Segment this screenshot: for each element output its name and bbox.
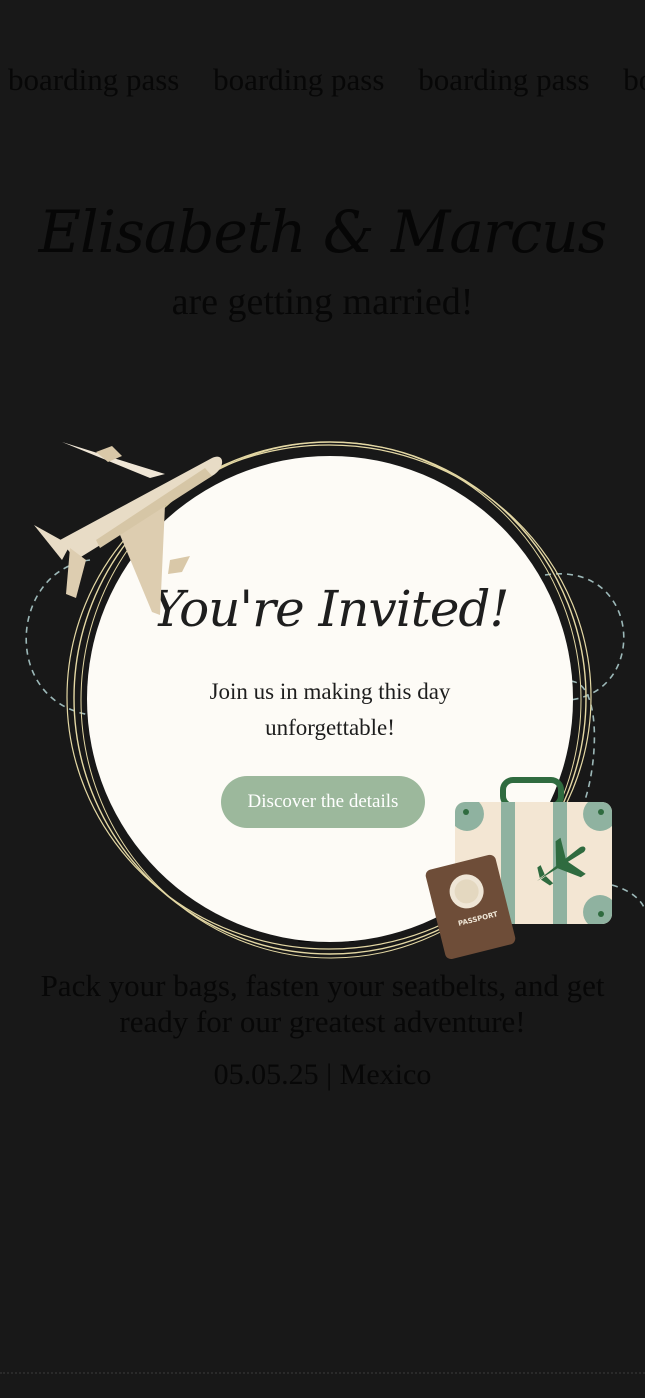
passport-icon <box>425 854 516 960</box>
